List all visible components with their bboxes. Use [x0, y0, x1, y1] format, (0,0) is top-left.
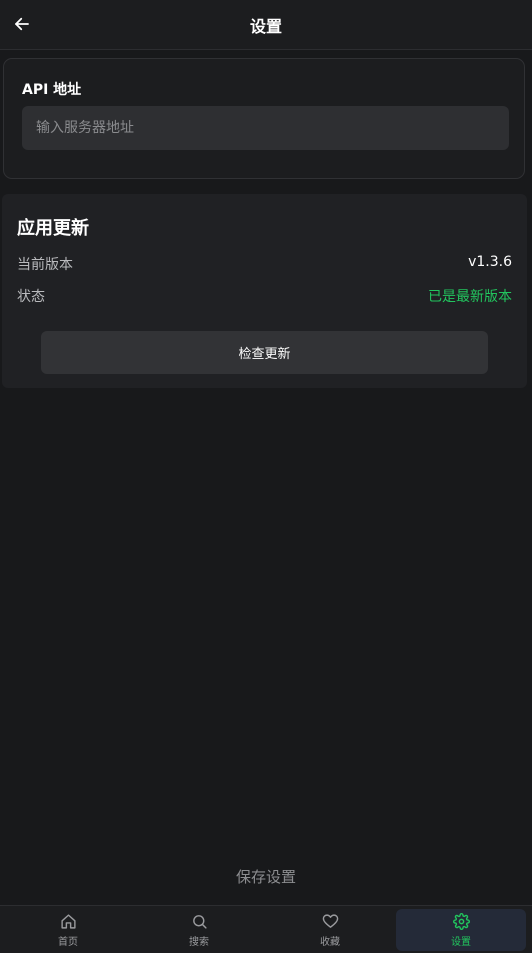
check-update-button[interactable]: 检查更新	[41, 331, 488, 374]
nav-item-home[interactable]: 首页	[3, 909, 133, 951]
status-value: 已是最新版本	[428, 289, 512, 305]
nav-item-search[interactable]: 搜索	[134, 909, 264, 951]
nav-item-favorites[interactable]: 收藏	[265, 909, 395, 951]
home-icon	[59, 913, 77, 931]
status-row: 状态 已是最新版本	[17, 286, 512, 306]
save-settings-button[interactable]: 保存设置	[0, 866, 532, 887]
app-update-card: 应用更新 当前版本 v1.3.6 状态 已是最新版本 检查更新	[2, 194, 527, 388]
api-address-input[interactable]	[22, 106, 509, 150]
search-icon	[190, 913, 208, 931]
top-app-bar: 设置	[0, 0, 532, 50]
gear-icon	[452, 913, 470, 931]
app-update-title: 应用更新	[17, 218, 89, 239]
nav-item-settings[interactable]: 设置	[396, 909, 526, 951]
api-address-label: API 地址	[22, 82, 82, 98]
current-version-value: v1.3.6	[468, 254, 512, 270]
nav-label-favorites: 收藏	[320, 936, 340, 948]
api-settings-card: API 地址	[3, 58, 525, 179]
nav-label-home: 首页	[58, 936, 78, 948]
nav-label-search: 搜索	[189, 936, 209, 948]
current-version-row: 当前版本 v1.3.6	[17, 254, 512, 274]
heart-icon	[321, 913, 339, 931]
bottom-navigation: 首页 搜索 收藏 设置	[0, 905, 532, 953]
current-version-label: 当前版本	[17, 257, 73, 273]
status-label: 状态	[17, 289, 45, 305]
page-title: 设置	[249, 17, 282, 36]
nav-label-settings: 设置	[451, 936, 471, 948]
